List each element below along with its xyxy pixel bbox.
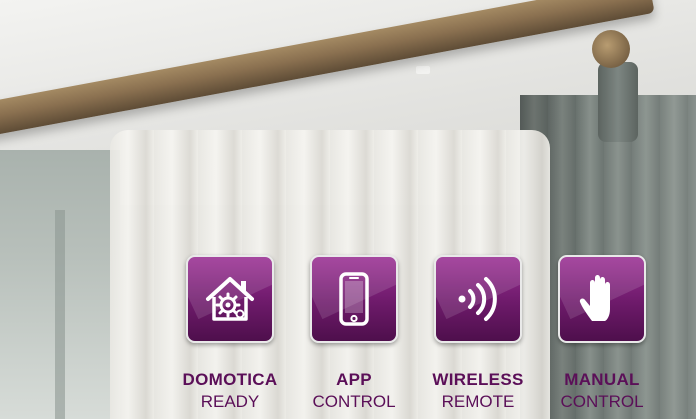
window-frame [55,210,65,419]
rod-bracket [598,62,638,142]
feature-subtitle: READY [200,392,260,411]
hand-icon [579,275,610,321]
feature-title: MANUAL [564,370,640,389]
feature-wireless: WIRELESS REMOTE [418,255,538,414]
feature-subtitle: REMOTE [441,392,515,411]
feature-app: APP CONTROL [294,255,414,414]
feature-manual: MANUAL CONTROL [542,255,662,414]
feature-subtitle: CONTROL [560,392,644,411]
feature-title: DOMOTICA [182,370,278,389]
feature-subtitle: CONTROL [312,392,396,411]
feature-tile [434,255,522,343]
feature-tile [186,255,274,343]
feature-tile [310,255,398,343]
feature-title: WIRELESS [432,370,524,389]
curtain-photo: DOMOTICA READY APP CONTROL WIRELESS REMO… [0,0,696,419]
feature-domotica: DOMOTICA READY [170,255,290,414]
feature-tile [558,255,646,343]
smart-home-gear-icon [206,277,254,321]
feature-title: APP [336,370,372,389]
wireless-signal-icon [458,277,497,321]
feature-icons: DOMOTICA READY APP CONTROL WIRELESS REMO… [170,255,696,419]
rod-end-cap [592,30,630,68]
ceiling-clip [416,66,430,74]
smartphone-icon [339,272,369,326]
